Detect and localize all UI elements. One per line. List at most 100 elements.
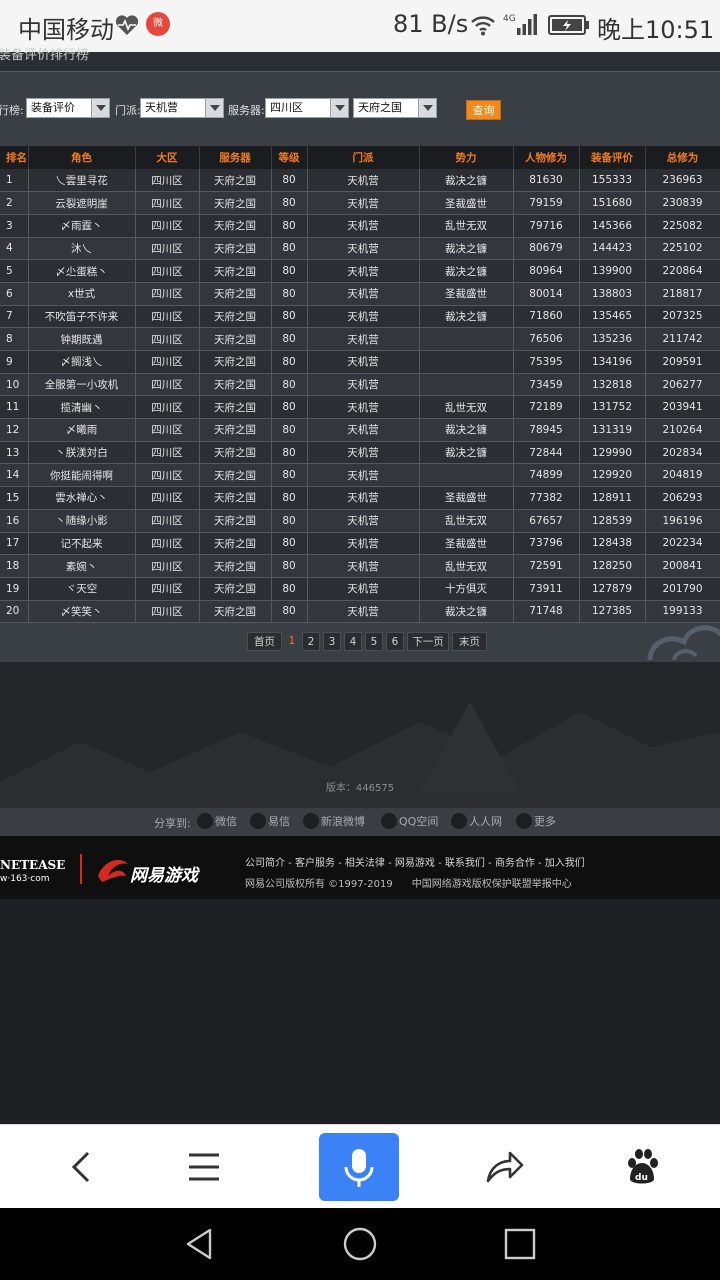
- region-select[interactable]: 四川区: [265, 98, 349, 118]
- table-cell: 225102: [645, 237, 720, 261]
- chevron-down-icon: [205, 99, 223, 117]
- next-page-button[interactable]: 下一页: [407, 632, 449, 651]
- table-cell: 四川区: [135, 418, 200, 442]
- nav-recents-square-icon[interactable]: [502, 1226, 538, 1262]
- page-2-button[interactable]: 2: [302, 632, 320, 651]
- table-cell: 151680: [579, 191, 646, 215]
- rank-type-select[interactable]: 装备评价: [26, 98, 110, 118]
- school-select[interactable]: 天机营: [140, 98, 224, 118]
- table-header-row: 排名 角色 大区 服务器 等级 门派 势力 人物修为 装备评价 总修为: [0, 146, 720, 169]
- renren-icon: [451, 813, 467, 829]
- table-row: 9 〆搁浅乀 四川区 天府之国 80 天机营 75395 134196 209591: [0, 350, 720, 374]
- table-cell: 四川区: [135, 532, 200, 556]
- baidu-paw-icon[interactable]: du: [620, 1145, 664, 1189]
- table-cell: 80: [271, 259, 308, 283]
- table-cell: 134196: [579, 350, 646, 374]
- table-cell: 206277: [645, 373, 720, 397]
- share-wechat[interactable]: 微信: [197, 813, 237, 831]
- table-cell: 79159: [513, 191, 580, 215]
- share-bar: 分享到: 微信 易信 新浪微博 QQ空间 人人网 更多: [0, 808, 720, 836]
- table-cell: 天机营: [307, 418, 420, 442]
- query-button[interactable]: 查询: [466, 100, 501, 120]
- table-cell: 71860: [513, 305, 580, 329]
- wechat-icon: [197, 813, 213, 829]
- share-renren[interactable]: 人人网: [451, 813, 502, 831]
- table-cell: 77382: [513, 486, 580, 510]
- plus-icon: [516, 813, 532, 829]
- table-cell: 天府之国: [199, 214, 272, 238]
- table-cell: 裁决之镰: [419, 259, 514, 283]
- nav-home-circle-icon[interactable]: [342, 1226, 378, 1262]
- page-6-button[interactable]: 6: [386, 632, 404, 651]
- footer-copyright: 网易公司版权所有 ©1997-2019 中国网络游戏版权保护联盟举报中心: [245, 875, 572, 890]
- table-cell: 201790: [645, 577, 720, 601]
- share-qzone-label: QQ空间: [399, 815, 439, 828]
- alliance-link[interactable]: 中国网络游戏版权保护联盟举报中心: [412, 879, 572, 890]
- footer-links[interactable]: 公司简介 - 客户服务 - 相关法律 - 网易游戏 - 联系我们 - 商务合作 …: [245, 854, 585, 869]
- table-cell: 天府之国: [199, 600, 272, 624]
- table-row: 16 丶随缘小影 四川区 天府之国 80 天机营 乱世无双 67657 128539 196196: [0, 509, 720, 533]
- table-cell: 131752: [579, 395, 646, 420]
- table-cell: 〆笑笑丶: [28, 600, 136, 624]
- server-select[interactable]: 天府之国: [353, 98, 437, 118]
- page-5-button[interactable]: 5: [365, 632, 383, 651]
- menu-icon[interactable]: [182, 1145, 226, 1189]
- battery-charging-icon: [548, 15, 589, 35]
- share-arrow-icon[interactable]: [482, 1145, 526, 1189]
- table-cell: 天府之国: [199, 509, 272, 533]
- table-row: 11 揽清幽丶 四川区 天府之国 80 天机营 乱世无双 72189 131752 203941: [0, 395, 720, 420]
- table-cell: 天机营: [307, 600, 420, 624]
- table-cell: 记不起来: [28, 532, 136, 556]
- svg-text:du: du: [635, 1173, 648, 1183]
- table-row: 15 雲水禅心丶 四川区 天府之国 80 天机营 圣裁盛世 77382 128911 206293: [0, 486, 720, 510]
- table-cell: 四川区: [135, 327, 200, 351]
- table-cell: 乱世无双: [419, 509, 514, 533]
- table-cell: 乱世无双: [419, 395, 514, 420]
- netease-logo[interactable]: NETEASE: [0, 858, 65, 872]
- table-cell: 天府之国: [199, 305, 272, 329]
- table-cell: 天府之国: [199, 532, 272, 556]
- page-1-current[interactable]: 1: [285, 632, 299, 651]
- clock: 晚上10:51: [597, 16, 715, 44]
- share-more[interactable]: 更多: [516, 813, 556, 831]
- page-3-button[interactable]: 3: [323, 632, 341, 651]
- share-weibo[interactable]: 新浪微博: [303, 813, 365, 831]
- table-cell: 204819: [645, 463, 720, 488]
- page-4-button[interactable]: 4: [344, 632, 362, 651]
- table-cell: 钟期既遇: [28, 327, 136, 351]
- table-cell: 18: [0, 554, 29, 578]
- table-cell: 全服第一小攻机: [28, 373, 136, 397]
- table-cell: [419, 350, 514, 374]
- voice-search-button[interactable]: [319, 1133, 399, 1201]
- table-cell: 十方俱灭: [419, 577, 514, 601]
- school-label: 门派:: [115, 104, 141, 117]
- table-cell: 73796: [513, 532, 580, 556]
- microphone-icon: [344, 1149, 374, 1187]
- table-cell: 丶随缘小影: [28, 509, 136, 533]
- table-row: 6 ⅹ世式 四川区 天府之国 80 天机营 圣裁盛世 80014 138803 218817: [0, 282, 720, 306]
- table-cell: 80: [271, 577, 308, 601]
- table-cell: 139900: [579, 259, 646, 283]
- share-yixin[interactable]: 易信: [250, 813, 290, 831]
- table-cell: 76506: [513, 327, 580, 351]
- col-role: 角色: [28, 146, 136, 169]
- share-qzone[interactable]: QQ空间: [381, 813, 438, 831]
- back-arrow-icon[interactable]: [58, 1145, 102, 1189]
- first-page-button[interactable]: 首页: [247, 632, 282, 651]
- qzone-star-icon: [381, 813, 397, 829]
- table-cell: 80: [271, 600, 308, 624]
- nav-back-triangle-icon[interactable]: [182, 1226, 218, 1262]
- table-cell: 四川区: [135, 395, 200, 420]
- table-cell: 138803: [579, 282, 646, 306]
- table-cell: 天府之国: [199, 418, 272, 442]
- version-text: 版本：446575: [325, 783, 395, 794]
- col-region: 大区: [135, 146, 200, 169]
- last-page-button[interactable]: 末页: [452, 632, 487, 651]
- panel-title-bar: 装备评价排行榜: [0, 48, 720, 72]
- table-cell: 10: [0, 373, 29, 397]
- table-cell: 3: [0, 214, 29, 238]
- table-cell: 四川区: [135, 373, 200, 397]
- copyright-text: 网易公司版权所有 ©1997-2019: [245, 879, 393, 890]
- weibo-icon: [303, 813, 319, 829]
- page-title: 装备评价排行榜: [0, 48, 90, 63]
